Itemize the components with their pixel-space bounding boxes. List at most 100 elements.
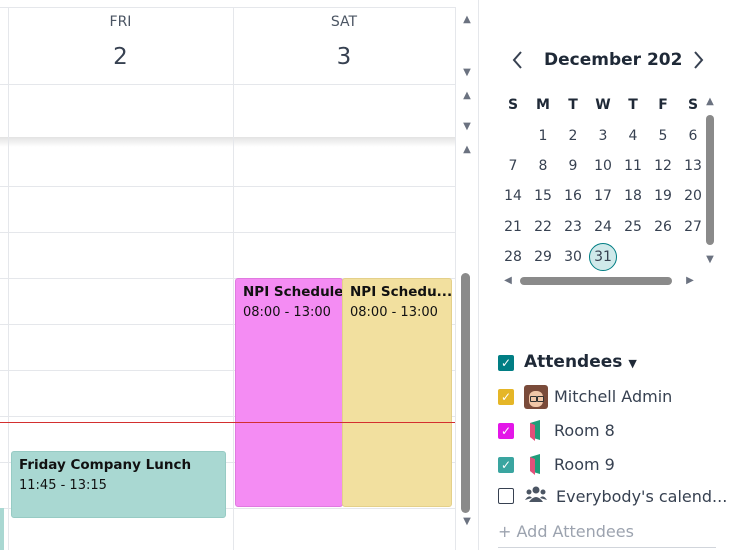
- event-partial[interactable]: [0, 508, 4, 550]
- caret-down-icon: ▼: [628, 357, 637, 370]
- mini-calendar-day[interactable]: 16: [558, 188, 588, 204]
- checkmark-icon: ✓: [500, 390, 512, 404]
- mini-calendar-day[interactable]: 10: [588, 158, 618, 174]
- scroll-down-icon[interactable]: ▼: [460, 515, 474, 529]
- add-attendees-button[interactable]: + Add Attendees: [498, 522, 634, 541]
- scroll-down-icon[interactable]: ▼: [460, 66, 474, 80]
- weekday-header: W: [595, 97, 611, 113]
- attendee-checkbox[interactable]: [498, 488, 514, 504]
- scroll-up-icon[interactable]: ▲: [460, 143, 474, 157]
- scroll-up-icon[interactable]: ▲: [460, 89, 474, 103]
- event-title: NPI Schedule S: [243, 284, 343, 300]
- room-icon: [530, 454, 540, 475]
- prev-month-button[interactable]: [511, 50, 531, 72]
- scroll-left-icon[interactable]: ◀: [501, 274, 515, 288]
- mini-calendar-day[interactable]: 31: [588, 249, 618, 265]
- attendee-checkbox[interactable]: ✓: [498, 389, 514, 405]
- event-time: 08:00 - 13:00: [243, 305, 331, 320]
- mini-calendar-day[interactable]: 29: [528, 249, 558, 265]
- event-title: Friday Company Lunch: [19, 457, 192, 473]
- mini-calendar-month-label[interactable]: December 202: [544, 50, 682, 70]
- mini-calendar-day[interactable]: 22: [528, 219, 558, 235]
- day-of-week-label: SAT: [330, 14, 358, 30]
- event-time: 08:00 - 13:00: [350, 305, 438, 320]
- attendee-label[interactable]: Room 8: [554, 421, 615, 440]
- weekday-header: T: [568, 97, 578, 113]
- mini-calendar-day[interactable]: 3: [588, 128, 618, 144]
- weekday-header: S: [507, 97, 519, 113]
- attendee-checkbox[interactable]: ✓: [498, 457, 514, 473]
- add-attendees-underline: [498, 547, 716, 548]
- mini-calendar-day[interactable]: 2: [558, 128, 588, 144]
- hour-line: [0, 232, 456, 233]
- scrollbar-thumb[interactable]: [706, 115, 714, 245]
- calendar-scrollbar[interactable]: ▲ ▼ ▲ ▼ ▲ ▼: [456, 7, 477, 550]
- attendees-header-label: Attendees: [524, 352, 623, 372]
- mini-calendar-day[interactable]: 8: [528, 158, 558, 174]
- event-npi-schedule-1[interactable]: NPI Schedule S 08:00 - 13:00: [235, 278, 343, 507]
- mini-calendar-day[interactable]: 5: [648, 128, 678, 144]
- day-of-week-label: FRI: [109, 14, 132, 30]
- attendee-label[interactable]: Mitchell Admin: [554, 387, 672, 406]
- checkmark-icon: ✓: [500, 356, 512, 370]
- mini-calendar-day[interactable]: 21: [498, 219, 528, 235]
- scroll-down-icon[interactable]: ▼: [703, 253, 717, 267]
- mini-calendar-vscroll[interactable]: ▲ ▼: [703, 95, 717, 267]
- mini-calendar-day[interactable]: 12: [648, 158, 678, 174]
- mini-calendar-hscroll[interactable]: ◀ ▶: [501, 274, 697, 288]
- day-header-fri[interactable]: FRI 2: [8, 0, 233, 84]
- chevron-right-icon: [694, 51, 704, 69]
- calendar-week-view: FRI 2 SAT 3 NPI Schedule S 08:00 - 13:00…: [0, 0, 478, 550]
- event-friday-company-lunch[interactable]: Friday Company Lunch 11:45 - 13:15: [11, 451, 226, 518]
- day-header-sat[interactable]: SAT 3: [233, 0, 455, 84]
- current-time-line: [0, 422, 455, 423]
- mini-calendar-day[interactable]: 26: [648, 219, 678, 235]
- checkmark-icon: ✓: [500, 424, 512, 438]
- scroll-down-icon[interactable]: ▼: [460, 120, 474, 134]
- scroll-up-icon[interactable]: ▲: [460, 13, 474, 27]
- attendee-label[interactable]: Room 9: [554, 455, 615, 474]
- people-icon: [525, 486, 547, 502]
- attendee-label[interactable]: Everybody's calend...: [556, 487, 727, 506]
- mini-calendar-day[interactable]: 7: [498, 158, 528, 174]
- attendees-section: ✓ Attendees ▼ ✓ Mitchell Admin ✓ Room 8 …: [498, 350, 728, 550]
- mini-calendar-day[interactable]: 19: [648, 188, 678, 204]
- avatar: [524, 385, 548, 409]
- mini-calendar-day[interactable]: 4: [618, 128, 648, 144]
- scroll-up-icon[interactable]: ▲: [703, 95, 717, 109]
- event-title: NPI Schedu...: [350, 284, 452, 300]
- mini-calendar-day[interactable]: 11: [618, 158, 648, 174]
- event-npi-schedule-2[interactable]: NPI Schedu... 08:00 - 13:00: [342, 278, 452, 507]
- mini-calendar-day[interactable]: 30: [558, 249, 588, 265]
- scrollbar-thumb[interactable]: [520, 277, 672, 285]
- scrollbar-thumb[interactable]: [461, 273, 470, 513]
- mini-calendar-day[interactable]: 15: [528, 188, 558, 204]
- attendees-select-all-checkbox[interactable]: ✓: [498, 355, 514, 371]
- mini-calendar-day[interactable]: 1: [528, 128, 558, 144]
- checkmark-icon: ✓: [500, 458, 512, 472]
- attendees-header[interactable]: Attendees ▼: [524, 352, 637, 372]
- mini-calendar-day[interactable]: 23: [558, 219, 588, 235]
- mini-calendar-day[interactable]: 9: [558, 158, 588, 174]
- mini-calendar-grid: S M T W T F S 1 2 3 4 5 6 7 8 9 10 11 12 13 14 15 16 17 18 19 20 21…: [498, 95, 713, 275]
- mini-calendar-day[interactable]: 25: [618, 219, 648, 235]
- mini-calendar-day[interactable]: 14: [498, 188, 528, 204]
- weekday-header: M: [536, 97, 550, 113]
- mini-calendar-day[interactable]: 17: [588, 188, 618, 204]
- weekday-header: T: [628, 97, 638, 113]
- mini-calendar-day[interactable]: 24: [588, 219, 618, 235]
- event-time: 11:45 - 13:15: [19, 478, 107, 493]
- mini-calendar-day[interactable]: 28: [498, 249, 528, 265]
- day-number-label: 3: [336, 44, 352, 70]
- attendee-checkbox[interactable]: ✓: [498, 423, 514, 439]
- all-day-shadow: [0, 137, 456, 147]
- weekday-header: F: [658, 97, 668, 113]
- scroll-right-icon[interactable]: ▶: [683, 274, 697, 288]
- calendar-sidebar: December 202 S M T W T F S 1 2 3 4 5 6 7 8 9 10 11 12 13 14 1…: [478, 0, 737, 550]
- chevron-left-icon: [512, 51, 522, 69]
- mini-calendar-day[interactable]: 18: [618, 188, 648, 204]
- room-icon: [530, 420, 540, 441]
- next-month-button[interactable]: [691, 50, 711, 72]
- all-day-row[interactable]: [0, 85, 456, 137]
- hour-line: [0, 186, 456, 187]
